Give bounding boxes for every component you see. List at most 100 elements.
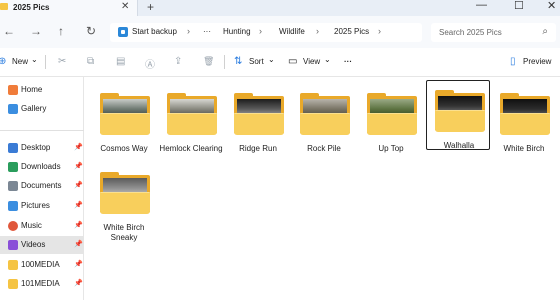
pin-icon: 📌	[74, 280, 83, 287]
new-icon: ⊕	[0, 56, 7, 67]
folder-tile-up-top[interactable]: Up Top	[359, 83, 423, 158]
sidebar-item-home[interactable]: Home	[0, 81, 84, 99]
delete-icon[interactable]: 🗑	[203, 56, 214, 67]
pin-icon: 📌	[74, 241, 83, 248]
sidebar-item-100media[interactable]: 100MEDIA 📌	[0, 256, 84, 274]
folder-name: Up Top	[378, 144, 404, 153]
forward-button[interactable]: →	[30, 24, 42, 38]
new-button[interactable]: New	[12, 57, 28, 66]
breadcrumb-start-backup[interactable]: Start backup	[132, 27, 177, 36]
folder-tile-hemlock-clearing[interactable]: Hemlock Clearing	[159, 83, 223, 158]
rename-icon[interactable]: Ⓐ	[145, 56, 155, 71]
sidebar-item-label: Home	[21, 85, 43, 94]
folder-tile-ridge-run[interactable]: Ridge Run	[226, 83, 290, 158]
downloads-icon	[8, 162, 18, 172]
folder-name: Hemlock Clearing	[159, 144, 223, 153]
folder-tile-white-birch[interactable]: White Birch	[492, 83, 556, 158]
breadcrumb-more[interactable]: ···	[203, 27, 211, 36]
folder-icon	[300, 93, 350, 135]
gallery-icon	[8, 104, 18, 114]
sidebar-item-label: Music	[21, 221, 42, 230]
chevron-right-icon[interactable]: ›	[378, 26, 381, 36]
refresh-button[interactable]: ↻	[86, 24, 96, 38]
title-bar: 2025 Pics ✕ + — ☐ ✕	[0, 0, 560, 16]
sidebar-item-music[interactable]: Music 📌	[0, 217, 84, 235]
folder-name: Walhalla	[443, 141, 475, 150]
pin-icon: 📌	[74, 261, 83, 268]
videos-icon	[8, 240, 18, 250]
file-view: Cosmos Way Hemlock Clearing Ridge Run Ro…	[85, 77, 560, 300]
sidebar-item-videos[interactable]: Videos 📌	[0, 236, 84, 254]
folder-tile-cosmos-way[interactable]: Cosmos Way	[92, 83, 156, 158]
sidebar-item-101media[interactable]: 101MEDIA 📌	[0, 275, 84, 293]
more-options-button[interactable]: ···	[344, 57, 352, 66]
cut-icon[interactable]: ✂	[58, 56, 66, 67]
back-button[interactable]: ←	[3, 24, 15, 38]
new-tab-button[interactable]: +	[147, 0, 154, 14]
navigation-pane: Home Gallery Desktop 📌 Downloads 📌 Docum…	[0, 77, 84, 300]
folder-front	[100, 192, 150, 214]
address-bar[interactable]: Start backup › ··· Hunting › Wildlife › …	[110, 23, 422, 42]
share-icon[interactable]: ⇪	[174, 56, 182, 67]
folder-tile-rock-pile[interactable]: Rock Pile	[292, 83, 356, 158]
chevron-right-icon: ›	[187, 26, 190, 36]
folder-icon	[500, 93, 550, 135]
maximize-button[interactable]: ☐	[514, 0, 524, 12]
sidebar-item-label: Downloads	[21, 162, 61, 171]
desktop-icon	[8, 143, 18, 153]
sidebar-item-documents[interactable]: Documents 📌	[0, 177, 84, 195]
folder-icon	[100, 172, 150, 214]
search-icon: ⌕	[542, 26, 548, 37]
breadcrumb-2025-pics[interactable]: 2025 Pics	[334, 27, 369, 36]
sidebar-item-downloads[interactable]: Downloads 📌	[0, 158, 84, 176]
command-toolbar: ⊕ New ⌄ ✂ ⧉ ▤ Ⓐ ⇪ 🗑 ⇅ Sort ⌄ ▭ View ⌄ ··…	[0, 48, 560, 77]
chevron-down-icon[interactable]: ⌄	[324, 55, 331, 64]
pin-icon: 📌	[74, 182, 83, 189]
chevron-down-icon[interactable]: ⌄	[31, 55, 38, 64]
folder-front	[435, 110, 485, 132]
sidebar-item-desktop[interactable]: Desktop 📌	[0, 139, 84, 157]
sidebar-item-label: Pictures	[21, 201, 50, 210]
breadcrumb-hunting[interactable]: Hunting	[223, 27, 251, 36]
folder-icon	[8, 279, 18, 289]
sidebar-item-gallery[interactable]: Gallery	[0, 100, 84, 118]
tab-2025-pics[interactable]: 2025 Pics ✕	[0, 0, 138, 16]
view-icon: ▭	[288, 56, 298, 67]
folder-icon	[234, 93, 284, 135]
sidebar-item-label: Documents	[21, 181, 62, 190]
sidebar-item-label: Gallery	[21, 104, 47, 113]
sidebar-item-pictures[interactable]: Pictures 📌	[0, 197, 84, 215]
folder-tile-walhalla[interactable]: Walhalla	[426, 80, 490, 150]
documents-icon	[8, 181, 18, 191]
folder-front	[167, 113, 217, 135]
pictures-icon	[8, 201, 18, 211]
search-box[interactable]: Search 2025 Pics ⌕	[431, 23, 556, 42]
sidebar-divider	[0, 130, 84, 131]
view-button[interactable]: View	[303, 57, 320, 66]
chevron-right-icon: ›	[259, 26, 262, 36]
folder-front	[300, 113, 350, 135]
sidebar-item-label: 100MEDIA	[21, 260, 60, 269]
folder-name: Cosmos Way	[100, 144, 148, 153]
tab-close-button[interactable]: ✕	[121, 1, 129, 12]
copy-icon[interactable]: ⧉	[87, 56, 94, 67]
pin-icon: 📌	[74, 202, 83, 209]
close-window-button[interactable]: ✕	[547, 0, 556, 12]
folder-front	[100, 113, 150, 135]
sidebar-item-label: 101MEDIA	[21, 279, 60, 288]
folder-icon	[8, 260, 18, 270]
up-button[interactable]: ↑	[58, 24, 64, 38]
chevron-down-icon[interactable]: ⌄	[268, 55, 275, 64]
preview-icon: ▯	[510, 56, 516, 67]
tab-title: 2025 Pics	[13, 3, 50, 12]
folder-front	[234, 113, 284, 135]
breadcrumb-wildlife[interactable]: Wildlife	[279, 27, 305, 36]
folder-name: White Birch	[503, 144, 545, 153]
sort-button[interactable]: Sort	[249, 57, 264, 66]
preview-button[interactable]: Preview	[523, 57, 551, 66]
folder-name: White Birch Sneaky	[103, 223, 145, 242]
paste-icon[interactable]: ▤	[116, 56, 125, 67]
folder-icon	[100, 93, 150, 135]
folder-tile-white-birch-sneaky[interactable]: White Birch Sneaky	[92, 162, 156, 242]
minimize-button[interactable]: —	[476, 0, 487, 11]
